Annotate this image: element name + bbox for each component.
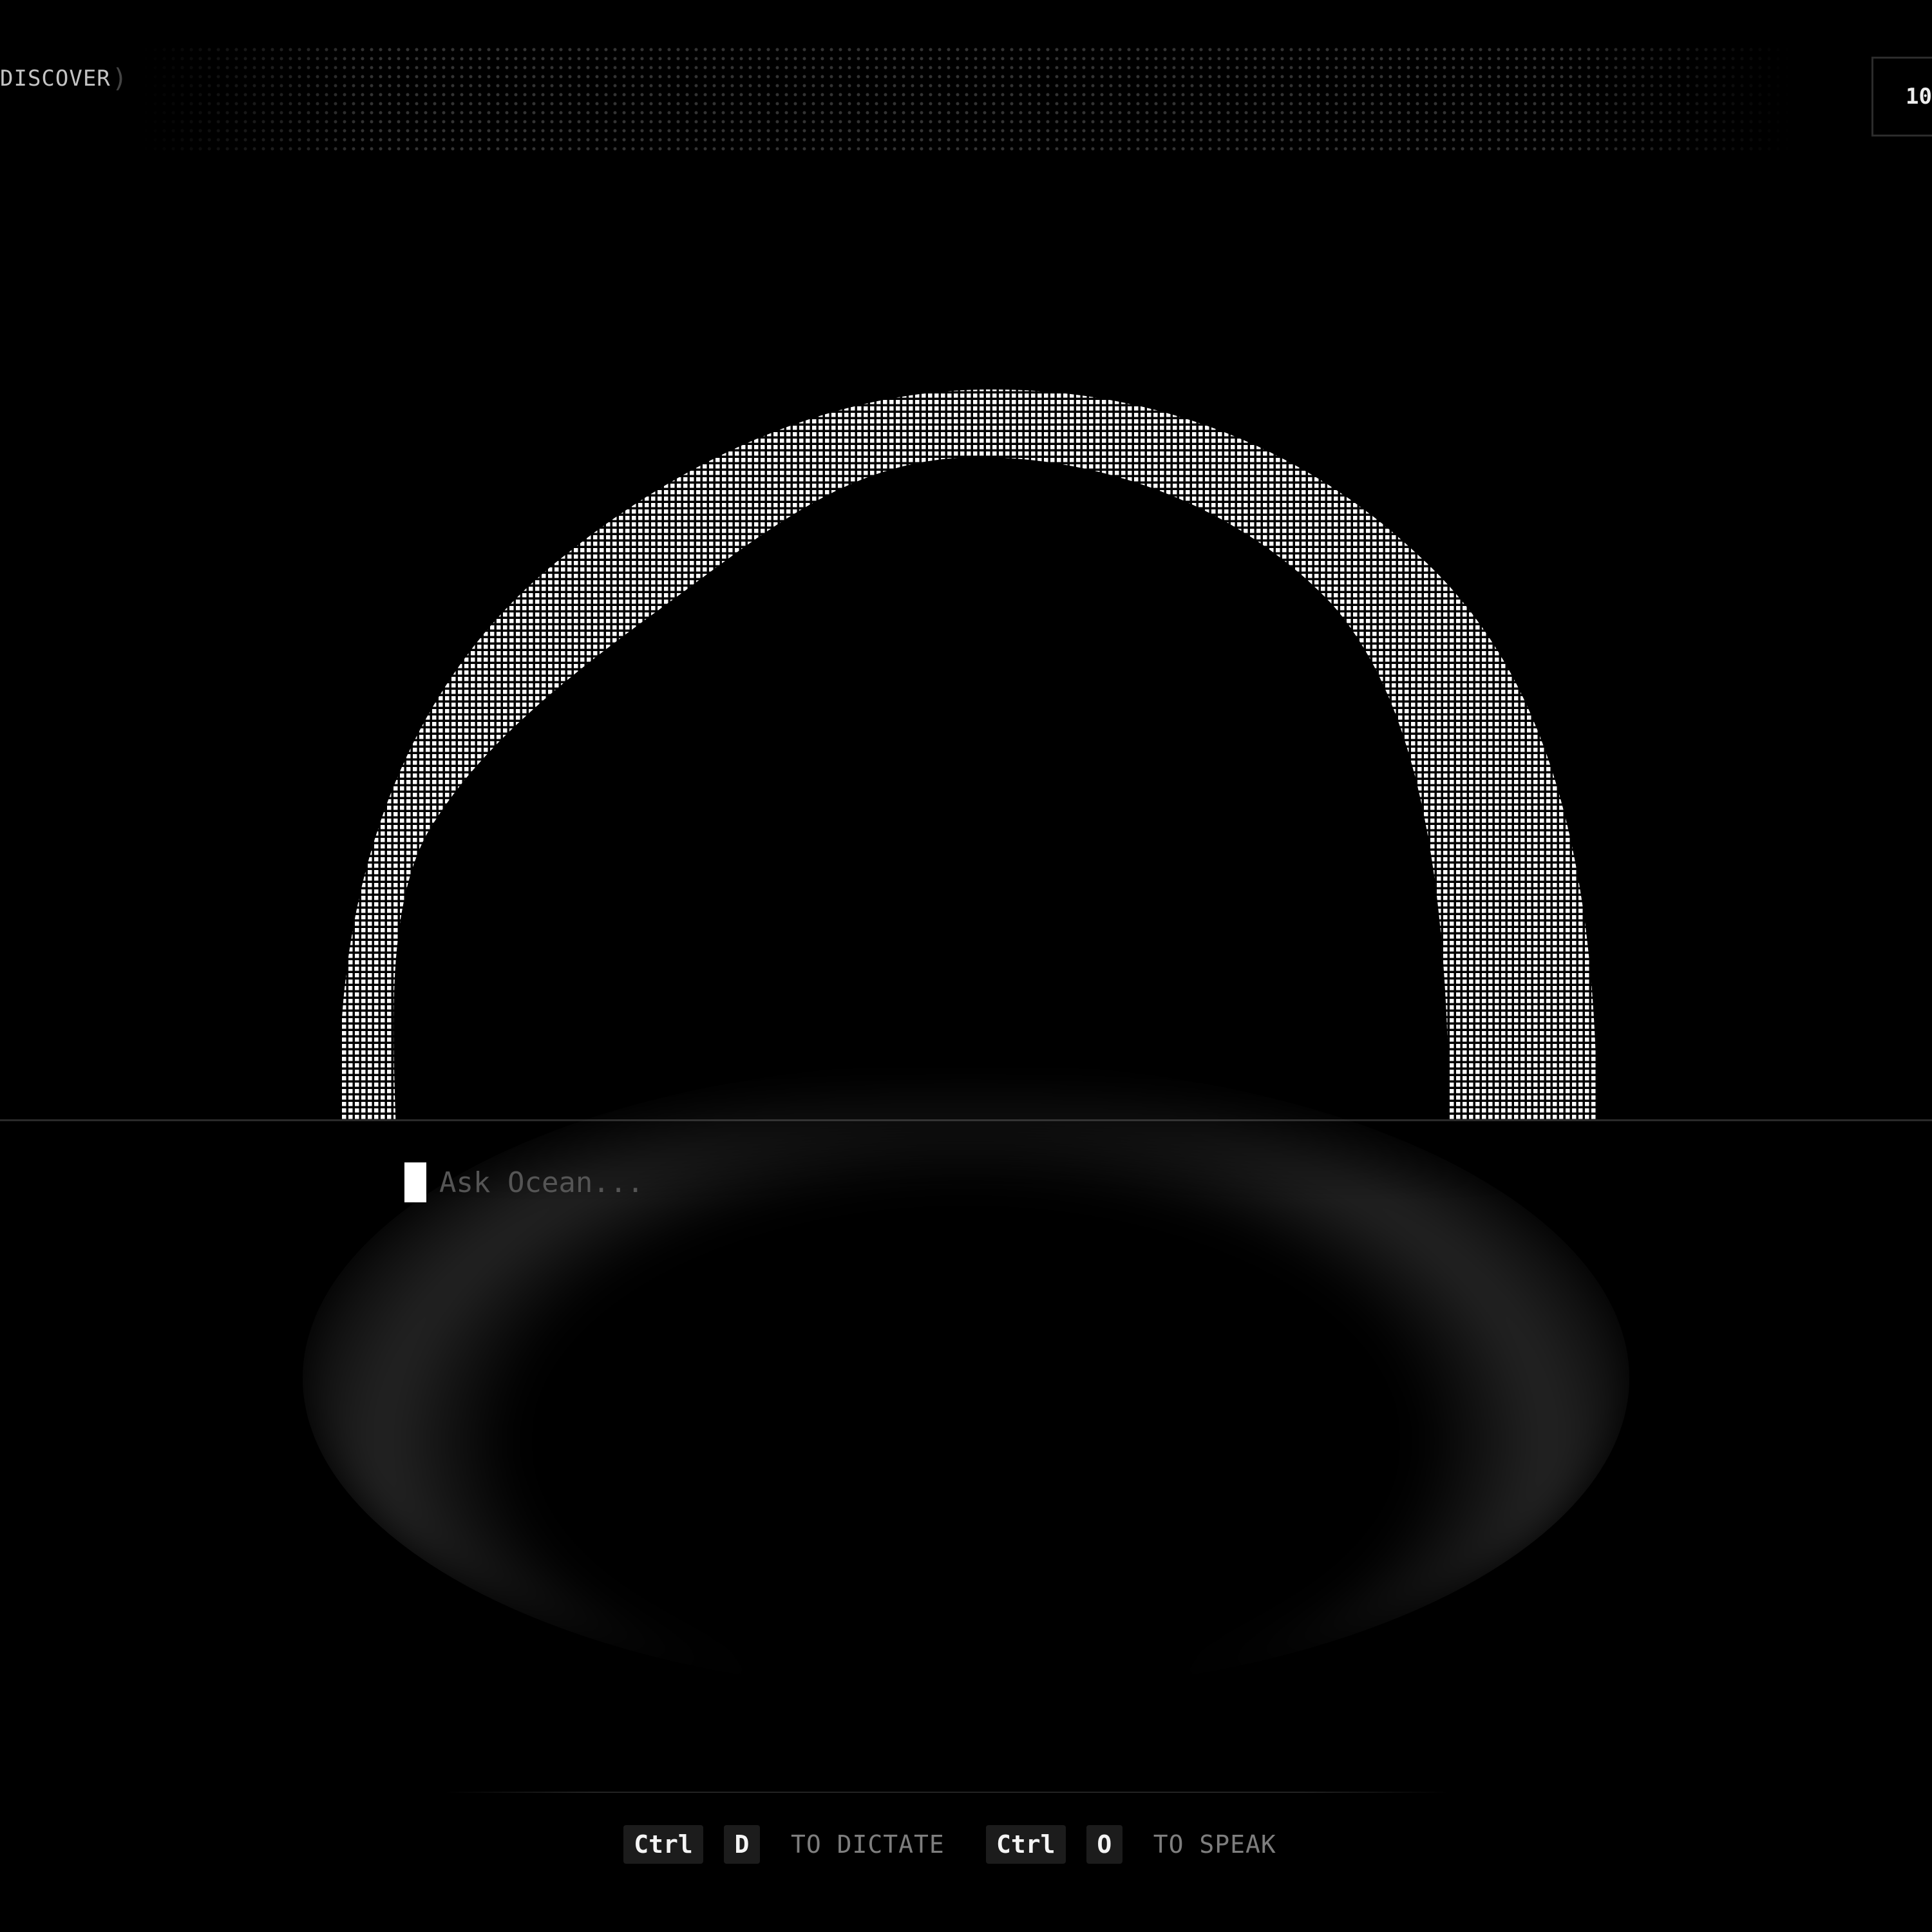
ask-prompt[interactable] — [404, 1162, 1212, 1203]
key-ctrl: Ctrl — [985, 1825, 1066, 1864]
shortcut-speak: Ctrl O TO SPEAK — [985, 1825, 1276, 1864]
footer-divider — [444, 1792, 1449, 1793]
shortcut-dictate: Ctrl D TO DICTATE — [623, 1825, 945, 1864]
key-ctrl: Ctrl — [623, 1825, 703, 1864]
shortcut-hints: Ctrl D TO DICTATE Ctrl O TO SPEAK — [623, 1824, 1276, 1865]
shortcut-dictate-label: TO DICTATE — [791, 1830, 945, 1859]
orb-reflection-glow — [303, 1063, 1629, 1694]
text-caret-icon — [404, 1162, 426, 1202]
ask-ocean-input[interactable] — [439, 1166, 1212, 1199]
orb-arch-shape — [339, 389, 1597, 1119]
shortcut-speak-label: TO SPEAK — [1153, 1830, 1276, 1859]
key-d: D — [724, 1825, 760, 1864]
key-o: O — [1086, 1825, 1122, 1864]
